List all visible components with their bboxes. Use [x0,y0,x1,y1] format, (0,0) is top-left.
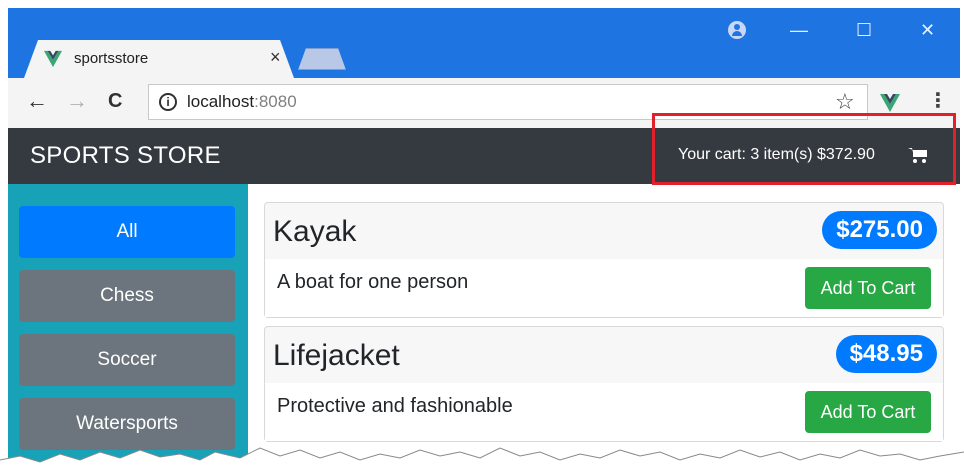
price-badge: $275.00 [822,211,937,249]
star-icon[interactable]: ☆ [835,89,855,115]
product-description: Protective and fashionable [277,395,513,417]
add-to-cart-button[interactable]: Add To Cart [805,267,931,309]
cart-highlight-box [652,113,956,185]
category-sidebar: All Chess Soccer Watersports [8,184,248,471]
navbar: SPORTS STORE Your cart: 3 item(s) $372.9… [8,113,960,185]
product-body: A boat for one person Add To Cart [265,259,943,317]
url-text: localhost:8080 [187,92,297,111]
add-to-cart-button[interactable]: Add To Cart [805,391,931,433]
product-description: A boat for one person [277,271,469,293]
back-button[interactable]: ← [26,88,48,114]
price-badge: $48.95 [835,335,937,373]
category-button-chess[interactable]: Chess [19,270,235,322]
info-icon[interactable]: i [159,93,177,111]
menu-icon[interactable]: ⋮ [928,88,948,113]
tab-sportsstore[interactable]: sportsstore × [24,40,294,78]
brand-title: SPORTS STORE [30,142,221,169]
maximize-button[interactable]: ☐ [856,20,872,41]
torn-edge [0,447,964,471]
tab-close-icon[interactable]: × [270,47,281,68]
tab-title: sportsstore [74,50,149,67]
reload-button[interactable]: C [108,90,122,113]
minimize-button[interactable]: — [790,20,808,41]
title-bar: sportsstore × — ☐ ✕ [8,8,960,78]
account-icon[interactable] [728,21,746,39]
product-name: Lifejacket [273,339,400,372]
product-card: Kayak $275.00 A boat for one person Add … [264,202,944,318]
browser-window: sportsstore × — ☐ ✕ ← → C i localhost:80… [8,8,960,471]
forward-button[interactable]: → [66,88,88,114]
close-window-button[interactable]: ✕ [920,20,935,41]
vue-favicon-icon [44,50,62,68]
product-name: Kayak [273,215,357,248]
new-tab-button[interactable] [298,48,346,70]
category-button-soccer[interactable]: Soccer [19,334,235,386]
product-card: Lifejacket $48.95 Protective and fashion… [264,326,944,442]
category-button-all[interactable]: All [19,206,235,258]
vue-extension-icon[interactable] [880,94,900,112]
